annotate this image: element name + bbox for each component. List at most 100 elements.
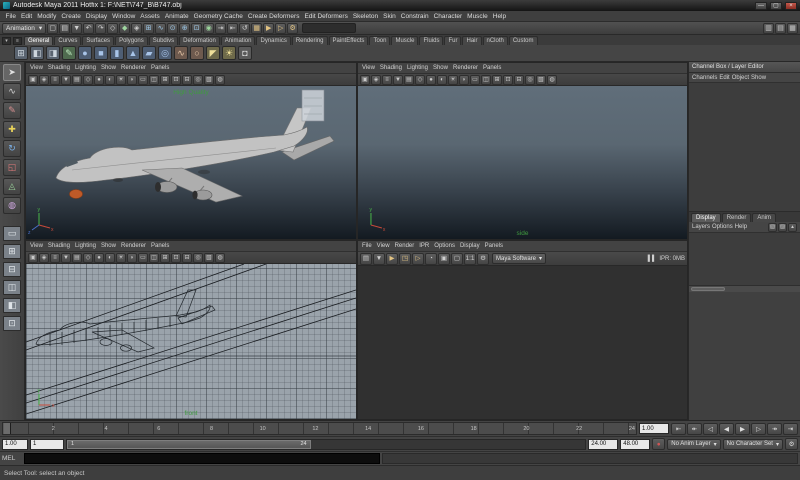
shelf-tab[interactable]: Surfaces	[82, 36, 114, 45]
safe-action-icon[interactable]: ⊡	[171, 253, 181, 263]
maximize-button[interactable]: ▢	[770, 2, 782, 10]
select-tool[interactable]: ➤	[3, 64, 21, 81]
shelf-tab[interactable]: Animation	[221, 36, 256, 45]
shelf-curve-icon[interactable]: ∿	[174, 46, 188, 60]
render-view-menu-item[interactable]: IPR	[417, 243, 431, 249]
shelf-tab[interactable]: nCloth	[483, 36, 508, 45]
new-layer-from-selected-icon[interactable]: ▨	[778, 223, 787, 232]
wireframe-on-shaded-icon[interactable]: ◍	[215, 75, 225, 85]
viewport-menu-item[interactable]: Show	[99, 65, 118, 71]
menubar-item[interactable]: Create Deformers	[245, 13, 302, 20]
show-attribute-editor-icon[interactable]: ▥	[763, 23, 774, 34]
shadows-icon[interactable]: ◗	[127, 253, 137, 263]
wireframe-icon[interactable]: ◇	[83, 75, 93, 85]
shelf-cone-icon[interactable]: ▲	[126, 46, 140, 60]
play-backwards-button[interactable]: ◀	[719, 423, 734, 435]
isolate-select-icon[interactable]: ◎	[193, 253, 203, 263]
field-chart-icon[interactable]: ⊞	[160, 75, 170, 85]
shelf-paint-effects-icon[interactable]: ✎	[62, 46, 76, 60]
lock-camera-icon[interactable]: ◈	[371, 75, 381, 85]
quick-select-field[interactable]	[302, 23, 356, 33]
bookmarks-icon[interactable]: ▼	[61, 75, 71, 85]
viewport-menu-item[interactable]: Lighting	[73, 243, 98, 249]
wireframe-icon[interactable]: ◇	[83, 253, 93, 263]
layer-list[interactable]	[689, 233, 800, 285]
shadows-icon[interactable]: ◗	[459, 75, 469, 85]
shelf-cube-icon[interactable]: ■	[94, 46, 108, 60]
two-pane-side-layout-button[interactable]: ◫	[3, 280, 21, 295]
viewport-menu-item[interactable]: Renderer	[119, 65, 148, 71]
menubar-item[interactable]: Create	[59, 13, 84, 20]
two-pane-stacked-layout-button[interactable]: ⊟	[3, 262, 21, 277]
shelf-tab[interactable]: Polygons	[115, 36, 148, 45]
step-back-frame-button[interactable]: ◁	[703, 423, 718, 435]
shelf-point-light-icon[interactable]: ☀	[222, 46, 236, 60]
open-scene-icon[interactable]: ▤	[59, 23, 70, 34]
shelf-hypershade-persp-icon[interactable]: ◨	[46, 46, 60, 60]
viewport-menu-item[interactable]: Shading	[46, 243, 72, 249]
channel-box-menu-item[interactable]: Channels	[692, 75, 717, 81]
renderer-selector[interactable]: Maya Software ▾	[492, 253, 546, 264]
film-gate-icon[interactable]: ◫	[149, 253, 159, 263]
open-render-view-icon[interactable]: ▦	[251, 23, 262, 34]
playback-end-field[interactable]: 24.00	[588, 439, 618, 450]
redo-icon[interactable]: ↷	[95, 23, 106, 34]
image-plane-icon[interactable]: ▤	[404, 75, 414, 85]
layer-editor-menu-item[interactable]: Layers	[692, 224, 710, 230]
layer-editor-menu-item[interactable]: Help	[735, 224, 747, 230]
close-button[interactable]: ×	[785, 2, 797, 10]
camera-attributes-icon[interactable]: ≡	[382, 75, 392, 85]
snap-to-point-icon[interactable]: ⊙	[167, 23, 178, 34]
isolate-select-icon[interactable]: ◎	[525, 75, 535, 85]
current-time-field[interactable]: 1.00	[639, 423, 669, 434]
render-view-menu-item[interactable]: File	[360, 243, 374, 249]
airplane-wireframe[interactable]	[36, 290, 215, 352]
construction-curves[interactable]	[26, 264, 356, 414]
show-channel-box-icon[interactable]: ▦	[787, 23, 798, 34]
safe-title-icon[interactable]: ⊟	[182, 75, 192, 85]
safe-title-icon[interactable]: ⊟	[182, 253, 192, 263]
snap-to-curve-icon[interactable]: ∿	[155, 23, 166, 34]
channel-box-list[interactable]	[689, 83, 800, 211]
snap-to-view-plane-icon[interactable]: ⊡	[191, 23, 202, 34]
image-plane-icon[interactable]: ▤	[72, 75, 82, 85]
wireframe-on-shaded-icon[interactable]: ◍	[215, 253, 225, 263]
layer-editor-tab[interactable]: Anim	[752, 213, 776, 222]
render-view-menu-item[interactable]: Options	[432, 243, 457, 249]
persp-outliner-layout-button[interactable]: ◧	[3, 298, 21, 313]
select-component-mode-icon[interactable]: ◈	[131, 23, 142, 34]
viewport-menu-item[interactable]: Shading	[378, 65, 404, 71]
render-view-menu-item[interactable]: Display	[458, 243, 482, 249]
shelf-camera-icon[interactable]: ◘	[238, 46, 252, 60]
layer-list-scrollbar[interactable]	[689, 285, 800, 292]
step-forward-frame-button[interactable]: ▷	[751, 423, 766, 435]
undo-icon[interactable]: ↶	[83, 23, 94, 34]
xray-icon[interactable]: ▧	[204, 253, 214, 263]
menubar-item[interactable]: Edit	[18, 13, 34, 20]
shelf-tab[interactable]: PaintEffects	[329, 36, 369, 45]
shelf-tab[interactable]: Curves	[54, 36, 81, 45]
time-slider[interactable]: 24681012141618202224	[2, 422, 637, 435]
soft-modification-tool[interactable]: ◍	[3, 197, 21, 214]
snap-to-projected-center-icon[interactable]: ⊕	[179, 23, 190, 34]
four-pane-layout-button[interactable]: ⊞	[3, 244, 21, 259]
render-view-menu-item[interactable]: Panels	[483, 243, 505, 249]
shelf-tab[interactable]: Hair	[462, 36, 481, 45]
auto-keyframe-toggle[interactable]: ●	[652, 438, 665, 450]
new-scene-icon[interactable]: ▢	[47, 23, 58, 34]
shadows-icon[interactable]: ◗	[127, 75, 137, 85]
go-to-start-button[interactable]: ⇤	[671, 423, 686, 435]
menubar-item[interactable]: Display	[83, 13, 109, 20]
shelf-torus-icon[interactable]: ◎	[158, 46, 172, 60]
character-set-selector[interactable]: No Character Set ▾	[723, 439, 783, 450]
shelf-tab[interactable]: General	[24, 36, 53, 45]
resolution-gate-icon[interactable]: ▭	[470, 75, 480, 85]
textured-icon[interactable]: ◐	[105, 75, 115, 85]
film-gate-icon[interactable]: ◫	[481, 75, 491, 85]
image-plane-icon[interactable]: ▤	[72, 253, 82, 263]
step-back-key-button[interactable]: ↞	[687, 423, 702, 435]
menubar-item[interactable]: File	[3, 13, 18, 20]
channel-box-menu-item[interactable]: Show	[751, 75, 766, 81]
playback-start-field[interactable]: 1	[30, 439, 64, 450]
alpha-channel-icon[interactable]: ▢	[451, 253, 463, 265]
